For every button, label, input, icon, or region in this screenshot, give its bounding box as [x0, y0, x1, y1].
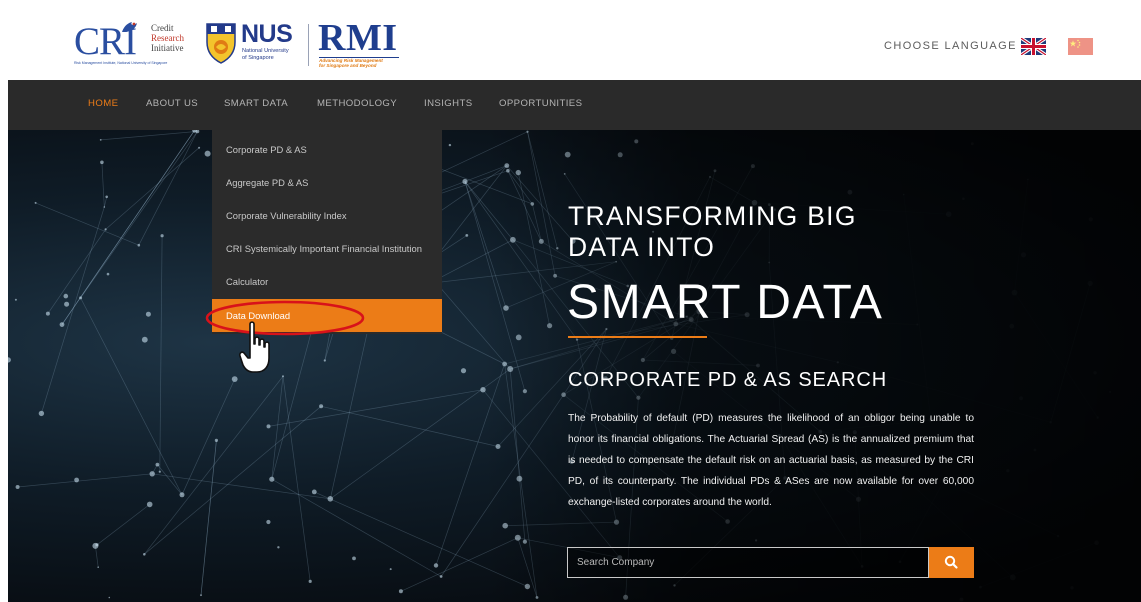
nav-item-insights[interactable]: INSIGHTS	[424, 80, 473, 130]
nav-item-about-us[interactable]: ABOUT US	[146, 80, 198, 130]
hero-title-line1: TRANSFORMING BIG	[568, 201, 857, 231]
search-section-title: CORPORATE PD & AS SEARCH	[568, 369, 888, 391]
uk-flag-icon[interactable]	[1021, 38, 1046, 55]
nus-logo-subtitle: National University of Singapore	[242, 48, 289, 62]
nus-subtitle-line1: National University	[242, 48, 289, 54]
hero-title: TRANSFORMING BIG DATA INTO	[568, 201, 1088, 263]
site-header: CRI Credit Research Initiative Risk Mana…	[0, 0, 1141, 80]
hero-banner: TRANSFORMING BIG DATA INTO SMART DATA CO…	[8, 130, 1141, 602]
menu-item-aggregate-pd-as[interactable]: Aggregate PD & AS	[212, 166, 442, 199]
search-section-description: The Probability of default (PD) measures…	[568, 413, 974, 508]
hero-accent-line	[568, 336, 707, 338]
hero-title-line2: DATA INTO	[568, 232, 716, 262]
nus-crest-icon	[206, 23, 236, 64]
china-flag-icon[interactable]	[1068, 38, 1093, 55]
nav-item-smart-data[interactable]: SMART DATA	[224, 80, 288, 130]
rmi-logo-subtitle: Advancing Risk Management for Singapore …	[319, 58, 383, 68]
company-search-input[interactable]	[567, 547, 929, 578]
menu-item-cri-sifi[interactable]: CRI Systemically Important Financial Ins…	[212, 232, 442, 265]
search-button[interactable]	[929, 547, 974, 578]
cri-logo-words: Credit Research Initiative	[151, 23, 184, 53]
cri-logo[interactable]: CRI Credit Research Initiative Risk Mana…	[74, 20, 196, 66]
cri-word-credit: Credit	[151, 23, 174, 33]
menu-item-calculator[interactable]: Calculator	[212, 265, 442, 298]
rmi-logo[interactable]: RMI Advancing Risk Management for Singap…	[318, 17, 402, 68]
hero-title-smart-data: SMART DATA	[567, 276, 884, 329]
bird-icon	[122, 22, 137, 32]
menu-item-corporate-pd-as[interactable]: Corporate PD & AS	[212, 133, 442, 166]
nav-item-opportunities[interactable]: OPPORTUNITIES	[499, 80, 582, 130]
nav-item-home[interactable]: HOME	[88, 80, 118, 130]
cri-logo-tagline: Risk Management Institute, National Univ…	[74, 61, 168, 65]
logo-divider	[308, 24, 309, 66]
rmi-logo-text: RMI	[318, 17, 398, 59]
rmi-subtitle-line2: for Singapore and Beyond	[319, 63, 377, 68]
nus-subtitle-line2: of Singapore	[242, 55, 274, 61]
menu-item-vulnerability-index[interactable]: Corporate Vulnerability Index	[212, 199, 442, 232]
nav-item-methodology[interactable]: METHODOLOGY	[317, 80, 397, 130]
smart-data-dropdown-menu: Corporate PD & AS Aggregate PD & AS Corp…	[212, 130, 442, 334]
menu-item-data-download[interactable]: Data Download	[212, 299, 442, 332]
choose-language-label: CHOOSE LANGUAGE	[884, 40, 1017, 52]
cri-word-initiative: Initiative	[151, 43, 184, 53]
search-icon	[944, 555, 958, 569]
nus-logo[interactable]: NUS National University of Singapore	[205, 20, 301, 66]
cri-word-research: Research	[151, 33, 184, 43]
nus-logo-text: NUS	[241, 20, 293, 48]
main-nav: HOME ABOUT US SMART DATA METHODOLOGY INS…	[8, 80, 1141, 130]
